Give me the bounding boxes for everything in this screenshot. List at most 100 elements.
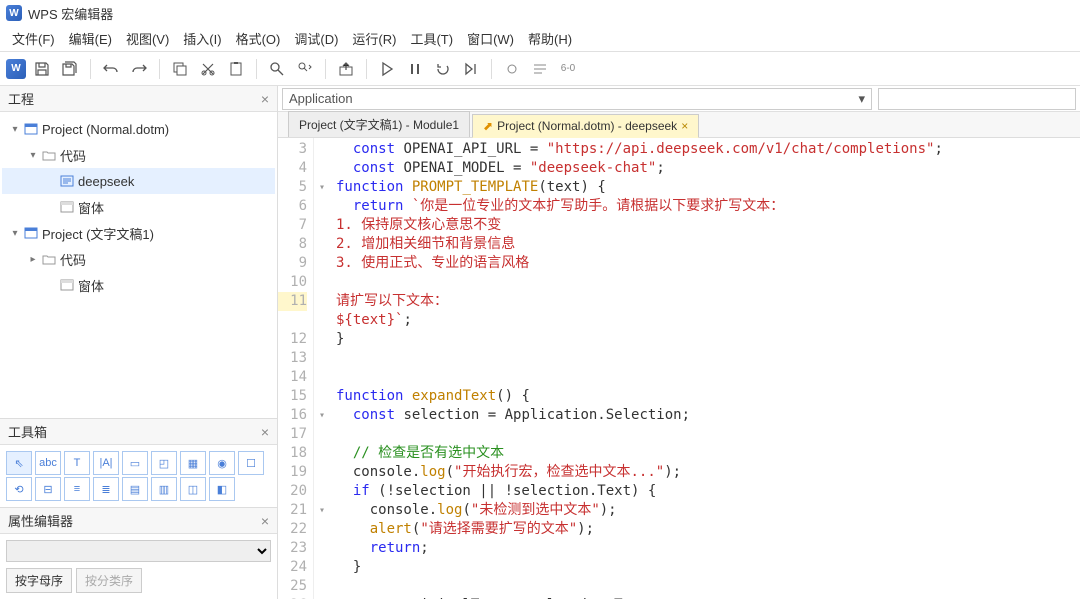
toolbox-item[interactable]: ≡ (64, 477, 90, 501)
pin-icon: ⬈ (483, 119, 493, 133)
menu-item[interactable]: 视图(V) (120, 26, 175, 51)
project-panel-title: 工程 (8, 89, 34, 108)
close-icon[interactable]: × (681, 119, 688, 133)
window-title: WPS 宏编辑器 (28, 4, 113, 23)
toolbox-item[interactable]: ≣ (93, 477, 119, 501)
editor-tabs: Project (文字文稿1) - Module1 ⬈ Project (Norma… (278, 112, 1080, 138)
toolbox-item[interactable]: ◧ (209, 477, 235, 501)
tree-node-label: 代码 (60, 250, 86, 269)
menu-item[interactable]: 帮助(H) (522, 26, 578, 51)
breakpoint-icon[interactable] (500, 57, 524, 81)
toolbox-item[interactable]: ◉ (209, 451, 235, 475)
code-area[interactable]: const OPENAI_API_URL = "https://api.deep… (330, 138, 1080, 599)
save-all-icon[interactable] (58, 57, 82, 81)
property-editor-title: 属性编辑器 (8, 511, 73, 530)
save-icon[interactable] (30, 57, 54, 81)
close-icon[interactable]: × (261, 91, 269, 107)
menu-item[interactable]: 格式(O) (230, 26, 287, 51)
step-icon[interactable] (459, 57, 483, 81)
editor-tab[interactable]: Project (文字文稿1) - Module1 (288, 111, 470, 137)
toolbox-item[interactable]: ⟲ (6, 477, 32, 501)
menubar: 文件(F)编辑(E)视图(V)插入(I)格式(O)调试(D)运行(R)工具(T)… (0, 26, 1080, 52)
tree-node-label: Project (文字文稿1) (42, 224, 154, 243)
toolbox-panel: 工具箱 × ⇖abcT|A|▭◰▦◉☐ ⟲⊟≡≣▤▥◫◧ (0, 418, 277, 507)
tree-node-label: deepseek (78, 174, 134, 189)
right-pane: Application ▾ Project (文字文稿1) - Module1 ⬈… (278, 86, 1080, 599)
tree-node-label: 代码 (60, 146, 86, 165)
wps-icon[interactable]: W (6, 59, 26, 79)
tree-node-icon (22, 226, 40, 240)
toolbox-item[interactable]: |A| (93, 451, 119, 475)
toolbox-item[interactable]: ◫ (180, 477, 206, 501)
app-logo: W (6, 5, 22, 21)
tree-node-label: 窗体 (78, 276, 104, 295)
menu-item[interactable]: 调试(D) (288, 26, 344, 51)
tree-node[interactable]: ▾ Project (文字文稿1) (2, 220, 275, 246)
left-pane: 工程 × ▾ Project (Normal.dotm) ▾ 代码 deepseek 窗体… (0, 86, 278, 599)
tree-node[interactable]: 窗体 (2, 272, 275, 298)
toolbox-item[interactable]: ▤ (122, 477, 148, 501)
titlebar: W WPS 宏编辑器 (0, 0, 1080, 26)
menu-item[interactable]: 编辑(E) (63, 26, 118, 51)
tree-node[interactable]: ▾ 代码 (2, 142, 275, 168)
object-select-value: Application (289, 91, 353, 106)
toolbox-item[interactable]: abc (35, 451, 61, 475)
undo-icon[interactable] (99, 57, 123, 81)
project-tree: ▾ Project (Normal.dotm) ▾ 代码 deepseek 窗体 ▾ Proj… (0, 112, 277, 418)
tree-arrow-icon[interactable]: ▸ (26, 254, 40, 265)
tree-arrow-icon[interactable]: ▾ (8, 228, 22, 239)
code-editor[interactable]: 3 4 5 6 7 8 9 10 11 12 13 14 15 16 17 18… (278, 138, 1080, 599)
export-icon[interactable] (334, 57, 358, 81)
menu-item[interactable]: 工具(T) (404, 26, 459, 51)
tree-node[interactable]: 窗体 (2, 194, 275, 220)
tree-node-label: 窗体 (78, 198, 104, 217)
tree-node[interactable]: ▸ 代码 (2, 246, 275, 272)
close-icon[interactable]: × (261, 513, 269, 529)
chevron-down-icon: ▾ (858, 91, 865, 107)
tree-node-icon (40, 148, 58, 162)
toolbox-title: 工具箱 (8, 422, 47, 441)
toolbox-item[interactable]: ⊟ (35, 477, 61, 501)
tree-node-icon (58, 278, 76, 292)
toolbox-item[interactable]: ▭ (122, 451, 148, 475)
copy-icon[interactable] (168, 57, 192, 81)
property-object-select[interactable] (6, 540, 271, 562)
paste-icon[interactable] (224, 57, 248, 81)
run-icon[interactable] (375, 57, 399, 81)
close-icon[interactable]: × (261, 424, 269, 440)
comment-icon[interactable] (528, 57, 552, 81)
tab-label: Project (文字文稿1) - Module1 (299, 116, 459, 133)
watch-icon[interactable]: 6-0 (556, 57, 580, 81)
find-icon[interactable] (265, 57, 289, 81)
menu-item[interactable]: 运行(R) (346, 26, 402, 51)
editor-tab[interactable]: ⬈ Project (Normal.dotm) - deepseek × (472, 114, 699, 138)
tree-arrow-icon[interactable]: ▾ (8, 124, 22, 135)
menu-item[interactable]: 插入(I) (177, 26, 227, 51)
restart-icon[interactable] (431, 57, 455, 81)
tree-arrow-icon[interactable]: ▾ (26, 150, 40, 161)
object-select[interactable]: Application ▾ (282, 88, 872, 110)
replace-icon[interactable] (293, 57, 317, 81)
toolbox-item[interactable]: ☐ (238, 451, 264, 475)
tab-label: Project (Normal.dotm) - deepseek (497, 119, 677, 133)
sort-group-button[interactable]: 按分类序 (76, 568, 142, 593)
menu-item[interactable]: 文件(F) (6, 26, 61, 51)
redo-icon[interactable] (127, 57, 151, 81)
line-gutter: 3 4 5 6 7 8 9 10 11 12 13 14 15 16 17 18… (278, 138, 314, 599)
pause-icon[interactable] (403, 57, 427, 81)
tree-node[interactable]: deepseek (2, 168, 275, 194)
toolbox-item[interactable]: ▦ (180, 451, 206, 475)
sort-alpha-button[interactable]: 按字母序 (6, 568, 72, 593)
toolbox-item[interactable]: ⇖ (6, 451, 32, 475)
tree-node[interactable]: ▾ Project (Normal.dotm) (2, 116, 275, 142)
tree-node-label: Project (Normal.dotm) (42, 122, 169, 137)
toolbox-item[interactable]: ▥ (151, 477, 177, 501)
fold-gutter[interactable]: ▾ ▾ ▾ (314, 138, 330, 599)
toolbox-item[interactable]: ◰ (151, 451, 177, 475)
project-panel-header: 工程 × (0, 86, 277, 112)
cut-icon[interactable] (196, 57, 220, 81)
procedure-select[interactable] (878, 88, 1076, 110)
menu-item[interactable]: 窗口(W) (461, 26, 520, 51)
toolbox-item[interactable]: T (64, 451, 90, 475)
tree-node-icon (58, 174, 76, 188)
